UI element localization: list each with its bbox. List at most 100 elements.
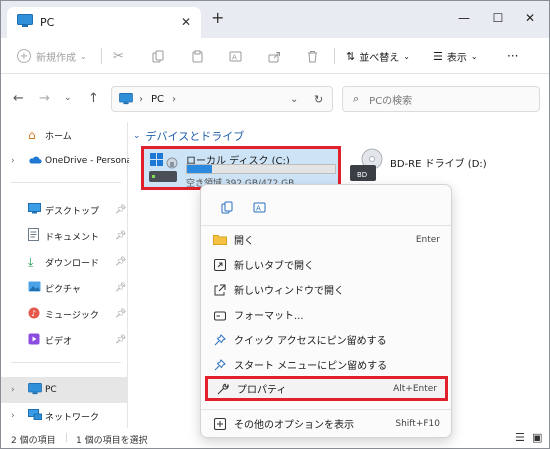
pin-icon[interactable]: 📌︎ xyxy=(115,205,126,215)
drive-c-usage-bar xyxy=(186,164,336,174)
menu-item-properties[interactable]: プロパティ Alt+Enter xyxy=(205,376,448,401)
chevron-right-icon[interactable]: › xyxy=(11,385,15,395)
tab-pc[interactable]: PC ✕ xyxy=(7,7,201,38)
sidebar-item-label: ダウンロード xyxy=(45,258,100,269)
sidebar-item-videos[interactable]: ビデオ 📌︎ xyxy=(1,327,128,353)
view-icon: ☰ xyxy=(433,49,443,63)
share-button[interactable] xyxy=(268,46,281,66)
menu-item-pin-start[interactable]: スタート メニューにピン留めする xyxy=(205,352,448,377)
view-button-label: 表示 xyxy=(446,52,467,64)
menu-item-open-new-tab[interactable]: 新しいタブで開く xyxy=(205,252,448,277)
share-icon xyxy=(268,51,280,62)
copy-button[interactable] xyxy=(211,195,243,219)
pin-icon[interactable]: 📌︎ xyxy=(115,257,126,267)
chevron-down-icon: ⌄ xyxy=(403,51,410,61)
paste-icon xyxy=(192,50,203,62)
sidebar-item-label: ネットワーク xyxy=(45,412,100,423)
menu-item-pin-quick-access[interactable]: クイック アクセスにピン留めする xyxy=(205,327,448,352)
context-menu: A 開く Enter 新しいタブで開く 新しいウィンドウで開く フォーマット..… xyxy=(200,184,452,438)
pc-icon xyxy=(119,93,133,105)
address-bar[interactable]: › PC › ⌄ ↻ xyxy=(111,86,333,112)
address-row: ← → ⌄ ↑ › PC › ⌄ ↻ ⌕ PCの検索 xyxy=(1,74,549,122)
sidebar-item-label: デスクトップ xyxy=(45,206,100,217)
sidebar-item-pictures[interactable]: ピクチャ 📌︎ xyxy=(1,275,128,301)
video-icon xyxy=(28,333,40,348)
sidebar-item-network[interactable]: › ネットワーク xyxy=(1,403,128,429)
new-tab-button[interactable]: + xyxy=(211,10,224,26)
drive-d-tile[interactable]: BD BD-RE ドライブ (D:) xyxy=(348,147,528,187)
chevron-right-icon[interactable]: › xyxy=(11,156,15,166)
drive-d-name: BD-RE ドライブ (D:) xyxy=(390,159,487,170)
divider xyxy=(101,48,102,64)
refresh-icon[interactable]: ↻ xyxy=(314,93,323,106)
forward-arrow-icon[interactable]: → xyxy=(39,91,50,106)
rename-button[interactable]: A xyxy=(229,46,242,66)
new-window-icon xyxy=(213,283,227,297)
sidebar-item-desktop[interactable]: デスクトップ 📌︎ xyxy=(1,197,128,223)
pin-icon[interactable]: 📌︎ xyxy=(115,309,126,319)
chevron-right-icon[interactable]: › xyxy=(11,411,15,421)
menu-item-more-options[interactable]: その他のオプションを表示 Shift+F10 xyxy=(205,411,448,436)
menu-item-open-new-window[interactable]: 新しいウィンドウで開く xyxy=(205,277,448,302)
search-placeholder: PCの検索 xyxy=(369,95,413,107)
rename-icon: A xyxy=(253,202,265,212)
home-icon: ⌂ xyxy=(28,128,36,142)
chevron-down-icon[interactable]: ⌄ xyxy=(64,93,72,103)
sidebar-item-label: PC xyxy=(45,385,57,395)
chevron-down-icon: ⌄ xyxy=(80,51,87,61)
tab-close-icon[interactable]: ✕ xyxy=(181,15,191,29)
details-view-icon[interactable]: ☰ xyxy=(515,431,525,444)
sort-button[interactable]: ⇅ 並べ替え ⌄ xyxy=(346,46,410,66)
cut-button[interactable]: ✂ xyxy=(113,46,124,66)
up-arrow-icon[interactable]: ↑ xyxy=(88,91,99,106)
more-button[interactable]: ··· xyxy=(507,46,518,66)
sidebar-item-label: ピクチャ xyxy=(45,284,81,295)
rename-button[interactable]: A xyxy=(243,195,275,219)
group-header[interactable]: ⌄ デバイスとドライブ xyxy=(133,128,244,144)
view-button[interactable]: ☰ 表示 ⌄ xyxy=(433,46,478,66)
search-box[interactable]: ⌕ PCの検索 xyxy=(342,86,540,112)
breadcrumb-separator: › xyxy=(139,93,143,105)
new-tab-icon xyxy=(213,258,227,272)
sidebar-item-label: ビデオ xyxy=(45,336,73,347)
tiles-view-icon[interactable]: ▣ xyxy=(532,431,542,444)
sidebar-item-downloads[interactable]: ⤓ ダウンロード 📌︎ xyxy=(1,249,128,275)
menu-item-open[interactable]: 開く Enter xyxy=(205,227,448,252)
copy-button[interactable] xyxy=(152,46,165,66)
onedrive-icon xyxy=(28,155,42,167)
menu-item-label: 開く xyxy=(234,236,254,247)
sidebar-item-home[interactable]: ⌂ ホーム xyxy=(1,122,128,148)
sort-icon: ⇅ xyxy=(346,49,356,63)
more-options-icon xyxy=(213,417,227,431)
format-icon xyxy=(213,308,227,322)
minimize-button[interactable]: — xyxy=(449,7,479,29)
command-bar: + 新規作成 ⌄ ✂ A ⇅ 並べ替え ⌄ ☰ 表示 ⌄ ··· xyxy=(1,38,549,74)
divider xyxy=(201,225,451,226)
menu-item-format[interactable]: フォーマット... xyxy=(205,302,448,327)
title-bar: PC ✕ + — ☐ ✕ xyxy=(1,1,549,38)
sidebar-item-documents[interactable]: ドキュメント 📌︎ xyxy=(1,223,128,249)
sidebar-item-pc[interactable]: › PC xyxy=(1,377,128,403)
close-button[interactable]: ✕ xyxy=(515,7,545,29)
maximize-button[interactable]: ☐ xyxy=(483,7,513,29)
pin-icon[interactable]: 📌︎ xyxy=(115,335,126,345)
folder-open-icon xyxy=(213,233,227,247)
cut-icon: ✂ xyxy=(113,48,124,64)
back-arrow-icon[interactable]: ← xyxy=(13,91,24,106)
sidebar-item-onedrive[interactable]: › OneDrive - Persona xyxy=(1,148,132,174)
chevron-down-icon[interactable]: ⌄ xyxy=(290,94,298,105)
download-icon: ⤓ xyxy=(28,254,34,269)
pin-icon[interactable]: 📌︎ xyxy=(115,283,126,293)
breadcrumb-item-pc[interactable]: PC xyxy=(151,94,164,105)
pin-start-icon xyxy=(213,358,227,372)
divider xyxy=(334,48,335,64)
paste-button[interactable] xyxy=(191,46,204,66)
new-button[interactable]: + 新規作成 ⌄ xyxy=(17,46,87,66)
music-icon: ♪ xyxy=(28,307,40,322)
svg-text:♪: ♪ xyxy=(31,309,36,318)
delete-button[interactable] xyxy=(306,46,319,66)
pin-icon[interactable]: 📌︎ xyxy=(115,231,126,241)
context-menu-quick-actions: A xyxy=(211,195,275,219)
sidebar-item-music[interactable]: ♪ ミュージック 📌︎ xyxy=(1,301,128,327)
chevron-down-icon: ⌄ xyxy=(133,131,141,141)
